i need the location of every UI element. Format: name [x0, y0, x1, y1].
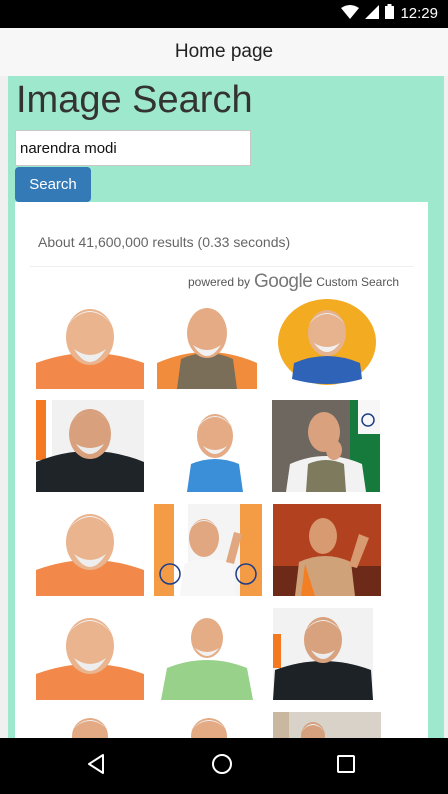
powered-by-label: powered by	[187, 275, 251, 289]
powered-by-google[interactable]: powered by Google Custom Search	[188, 271, 399, 293]
status-bar: 12:29	[0, 0, 448, 28]
webview[interactable]: Image Search Search About 41,600,000 res…	[0, 76, 448, 738]
image-result[interactable]	[36, 608, 144, 700]
home-button[interactable]	[202, 750, 242, 782]
search-input[interactable]	[15, 130, 251, 166]
page-heading: Image Search	[16, 79, 253, 121]
image-result[interactable]	[36, 299, 144, 389]
image-result[interactable]	[273, 504, 381, 596]
navigation-bar	[0, 738, 448, 794]
custom-search-label: Custom Search	[316, 275, 399, 289]
image-result[interactable]	[36, 400, 144, 492]
image-result[interactable]	[157, 712, 257, 738]
search-button[interactable]: Search	[15, 167, 91, 202]
image-result[interactable]	[278, 299, 376, 385]
result-count: About 41,600,000 results (0.33 seconds)	[38, 234, 291, 250]
page-edge-left	[0, 76, 8, 738]
image-result[interactable]	[157, 608, 257, 700]
recents-icon	[336, 754, 356, 779]
image-result[interactable]	[157, 299, 257, 389]
google-logo: Google	[254, 271, 313, 292]
back-icon	[86, 753, 106, 780]
image-result[interactable]	[169, 400, 261, 492]
image-result[interactable]	[154, 504, 262, 596]
status-time: 12:29	[400, 5, 438, 22]
recents-button[interactable]	[326, 750, 366, 782]
wifi-icon	[341, 4, 360, 24]
image-result[interactable]	[36, 712, 144, 738]
image-result[interactable]	[272, 400, 380, 492]
back-button[interactable]	[76, 750, 116, 782]
results-panel: About 41,600,000 results (0.33 seconds) …	[15, 202, 428, 738]
battery-icon	[385, 4, 395, 24]
app-bar: Home page	[0, 28, 448, 77]
image-result[interactable]	[36, 504, 144, 596]
image-result[interactable]	[273, 608, 373, 700]
image-result[interactable]	[273, 712, 381, 738]
app-title: Home page	[174, 41, 274, 62]
divider	[30, 266, 413, 267]
signal-icon	[365, 4, 380, 24]
page-edge-right	[444, 76, 448, 738]
home-icon	[211, 753, 233, 780]
